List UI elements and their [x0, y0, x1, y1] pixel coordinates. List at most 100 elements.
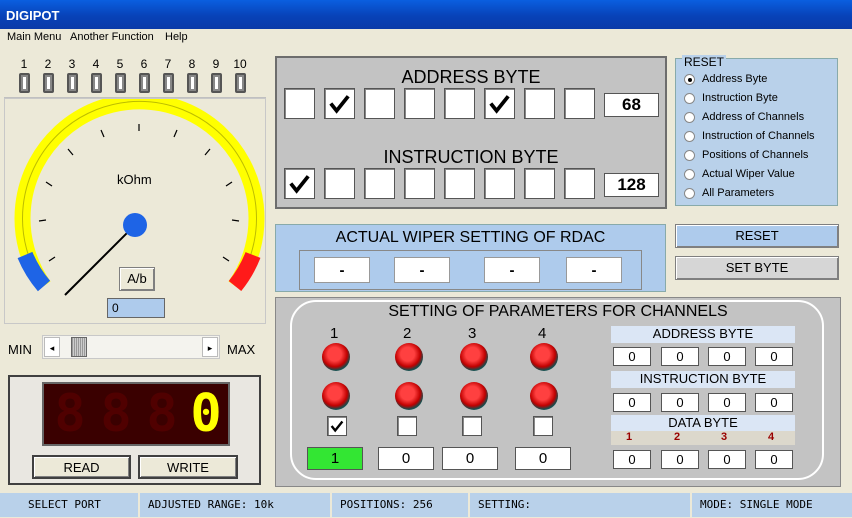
- reset-option-label: Positions of Channels: [702, 149, 809, 161]
- slider-max-label: MAX: [227, 342, 256, 357]
- channel-checkbox[interactable]: [397, 416, 417, 436]
- address-byte-value[interactable]: 68: [604, 93, 659, 117]
- channel-label: 3: [468, 325, 477, 342]
- channel-label: 1: [330, 325, 339, 342]
- channel-value[interactable]: 0: [515, 447, 571, 470]
- status-port[interactable]: SELECT PORT: [0, 493, 140, 517]
- reset-option-label: Address Byte: [702, 73, 768, 85]
- instruction-bit-checkbox[interactable]: [404, 168, 435, 199]
- instruction-bit-checkbox[interactable]: [444, 168, 475, 199]
- channel-address-value[interactable]: 0: [755, 347, 793, 366]
- led-label: 5: [116, 57, 124, 71]
- address-bit-checkbox[interactable]: [564, 88, 595, 119]
- menu-main[interactable]: Main Menu: [7, 31, 61, 43]
- address-bit-checkbox[interactable]: [524, 88, 555, 119]
- led-label: 4: [92, 57, 100, 71]
- data-byte-label: 4: [768, 431, 775, 443]
- reset-option-label: Actual Wiper Value: [702, 168, 795, 180]
- radio-button[interactable]: [684, 131, 695, 142]
- checkmark-icon: [289, 175, 310, 194]
- instruction-bit-checkbox[interactable]: [284, 168, 315, 199]
- channel-checkbox[interactable]: [327, 416, 347, 436]
- channel-knob-icon[interactable]: [530, 343, 558, 371]
- write-button[interactable]: WRITE: [138, 455, 238, 479]
- instruction-bit-checkbox[interactable]: [524, 168, 555, 199]
- led-indicator: [91, 73, 102, 93]
- channel-instruction-value[interactable]: 0: [613, 393, 651, 412]
- led-label: 2: [44, 57, 52, 71]
- channel-address-value[interactable]: 0: [661, 347, 699, 366]
- read-button[interactable]: READ: [32, 455, 131, 479]
- channel-address-title: ADDRESS BYTE: [611, 326, 795, 343]
- display-digit: 8: [54, 384, 86, 444]
- wiper-title: ACTUAL WIPER SETTING OF RDAC: [335, 229, 606, 246]
- channel-address-value[interactable]: 0: [708, 347, 746, 366]
- address-bit-checkbox[interactable]: [484, 88, 515, 119]
- channel-address-value[interactable]: 0: [613, 347, 651, 366]
- channel-data-title: DATA BYTE: [611, 415, 795, 432]
- address-bit-checkbox[interactable]: [284, 88, 315, 119]
- data-byte-label: 2: [674, 431, 681, 443]
- range-slider[interactable]: ◂ ▸: [42, 335, 220, 359]
- channel-data-value[interactable]: 0: [708, 450, 746, 469]
- channel-knob-icon[interactable]: [530, 382, 558, 410]
- menu-another-function[interactable]: Another Function: [70, 31, 154, 43]
- wiper-value: -: [394, 257, 450, 283]
- reset-button[interactable]: RESET: [675, 224, 839, 248]
- channel-knob-icon[interactable]: [395, 382, 423, 410]
- display-digit-active: 0: [190, 384, 222, 444]
- channel-instruction-value[interactable]: 0: [755, 393, 793, 412]
- address-bit-checkbox[interactable]: [324, 88, 355, 119]
- led-indicator: [43, 73, 54, 93]
- channel-data-value[interactable]: 0: [613, 450, 651, 469]
- channel-value-active[interactable]: 1: [307, 447, 363, 470]
- address-bit-checkbox[interactable]: [444, 88, 475, 119]
- radio-button[interactable]: [684, 150, 695, 161]
- scroll-left-icon[interactable]: ◂: [44, 337, 60, 357]
- radio-button[interactable]: [684, 74, 695, 85]
- channel-value[interactable]: 0: [378, 447, 434, 470]
- channel-knob-icon[interactable]: [395, 343, 423, 371]
- channel-instruction-value[interactable]: 0: [661, 393, 699, 412]
- scroll-right-icon[interactable]: ▸: [202, 337, 218, 357]
- instruction-bit-checkbox[interactable]: [364, 168, 395, 199]
- display-digit: 8: [146, 384, 178, 444]
- reset-option-label: Instruction Byte: [702, 92, 778, 104]
- radio-button[interactable]: [684, 188, 695, 199]
- display-digit: 8: [100, 384, 132, 444]
- radio-button[interactable]: [684, 112, 695, 123]
- address-bit-checkbox[interactable]: [404, 88, 435, 119]
- channel-label: 4: [538, 325, 547, 342]
- channel-checkbox[interactable]: [533, 416, 553, 436]
- channel-value[interactable]: 0: [442, 447, 498, 470]
- led-label: 1: [20, 57, 28, 71]
- gauge-value-field[interactable]: 0: [107, 298, 165, 318]
- channel-data-value[interactable]: 0: [755, 450, 793, 469]
- channel-knob-icon[interactable]: [460, 382, 488, 410]
- seven-segment-display: 8 8 8 0: [42, 382, 230, 446]
- channel-data-value[interactable]: 0: [661, 450, 699, 469]
- channel-knob-icon[interactable]: [322, 382, 350, 410]
- instruction-byte-value[interactable]: 128: [604, 173, 659, 197]
- channel-checkbox[interactable]: [462, 416, 482, 436]
- menu-help[interactable]: Help: [165, 31, 188, 43]
- led-indicator: [115, 73, 126, 93]
- radio-button[interactable]: [684, 169, 695, 180]
- channel-knob-icon[interactable]: [322, 343, 350, 371]
- address-bit-checkbox[interactable]: [364, 88, 395, 119]
- instruction-bit-checkbox[interactable]: [324, 168, 355, 199]
- channel-instruction-title: INSTRUCTION BYTE: [611, 371, 795, 388]
- set-byte-button[interactable]: SET BYTE: [675, 256, 839, 280]
- ab-button[interactable]: A/b: [119, 267, 155, 291]
- channel-instruction-value[interactable]: 0: [708, 393, 746, 412]
- led-indicator: [235, 73, 246, 93]
- slider-thumb[interactable]: [71, 337, 87, 357]
- slider-min-label: MIN: [8, 342, 32, 357]
- title-bar: DIGIPOT: [0, 0, 852, 29]
- channel-knob-icon[interactable]: [460, 343, 488, 371]
- instruction-bit-checkbox[interactable]: [564, 168, 595, 199]
- radio-button[interactable]: [684, 93, 695, 104]
- reset-option-label: Address of Channels: [702, 111, 805, 123]
- led-label: 3: [68, 57, 76, 71]
- instruction-bit-checkbox[interactable]: [484, 168, 515, 199]
